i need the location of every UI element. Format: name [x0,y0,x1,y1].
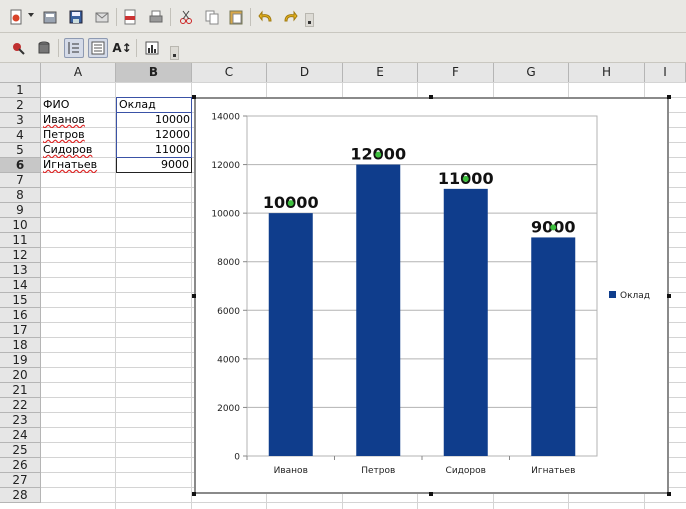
y-tick-label: 4000 [217,355,240,365]
resize-handle-tc[interactable] [429,95,433,99]
bar-2 [356,164,401,457]
email-icon[interactable] [92,7,112,27]
y-tick-label: 2000 [217,404,240,414]
resize-handle-br[interactable] [667,492,671,496]
data-point-marker [550,224,557,231]
chart-object[interactable]: 02000400060008000100001200014000Иванов10… [194,97,669,494]
cell-b6[interactable]: 9000 [116,157,192,173]
data-point-marker [462,175,469,182]
cut-icon[interactable] [176,7,196,27]
insert-object-icon[interactable] [8,38,28,58]
y-tick-label: 12000 [211,161,240,171]
bar-3 [443,188,488,456]
cell-b2[interactable]: Оклад [116,97,192,113]
cell-b5[interactable]: 11000 [116,143,192,158]
copy-icon[interactable] [202,7,222,27]
resize-handle-mr[interactable] [667,294,671,298]
legend-swatch [609,291,616,298]
paste-icon[interactable] [226,7,246,27]
chart-toolbar: A↕ [0,33,686,63]
y-tick-label: 8000 [217,258,240,268]
new-document-icon[interactable] [6,7,26,27]
x-tick-label: Петров [361,466,395,476]
resize-handle-bc[interactable] [429,492,433,496]
cell-a3[interactable]: Иванов [41,113,116,128]
resize-handle-bl[interactable] [192,492,196,496]
y-tick-label: 0 [234,453,240,463]
cell-a4[interactable]: Петров [41,128,116,143]
export-pdf-icon[interactable] [120,7,140,27]
save-icon[interactable] [66,7,86,27]
legend-label: Оклад [620,291,650,301]
edit-points-icon[interactable] [64,38,84,58]
y-tick-label: 6000 [217,307,240,317]
x-tick-label: Игнатьев [531,466,575,476]
chart-type-icon[interactable] [142,38,162,58]
text-scale-icon[interactable]: A↕ [112,38,132,58]
bar-4 [531,237,576,456]
x-tick-label: Иванов [274,466,308,476]
data-point-marker [375,151,382,158]
open-icon[interactable] [40,7,60,27]
standard-toolbar [0,0,686,33]
cell-b4[interactable]: 12000 [116,128,192,143]
cell-b3[interactable]: 10000 [116,113,192,128]
cell-a2[interactable]: ФИО [41,98,116,113]
new-dropdown-icon[interactable] [28,13,34,17]
bar-chart[interactable]: 02000400060008000100001200014000Иванов10… [196,99,667,492]
resize-handle-tr[interactable] [667,95,671,99]
resize-handle-tl[interactable] [192,95,196,99]
resize-handle-ml[interactable] [192,294,196,298]
undo-icon[interactable] [256,7,276,27]
cell-a6[interactable]: Игнатьев [41,158,116,173]
data-point-marker [287,200,294,207]
toolbar-overflow-icon-2[interactable] [170,46,179,60]
data-source-icon[interactable] [34,38,54,58]
bar-1 [268,213,313,456]
redo-icon[interactable] [280,7,300,27]
print-icon[interactable] [146,7,166,27]
y-tick-label: 10000 [211,210,240,220]
chart-area-icon[interactable] [88,38,108,58]
toolbar-overflow-icon[interactable] [305,13,314,27]
cell-a5[interactable]: Сидоров [41,143,116,158]
y-tick-label: 14000 [211,113,240,123]
x-tick-label: Сидоров [446,466,486,476]
